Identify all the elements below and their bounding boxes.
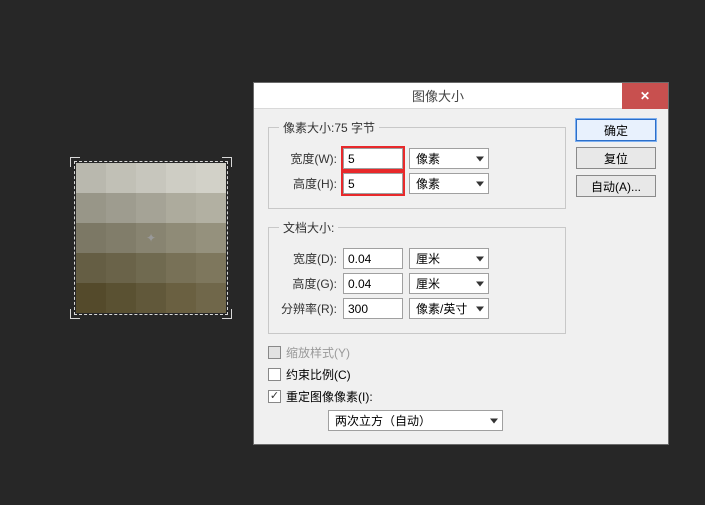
width-px-input[interactable] [343,148,403,169]
auto-button[interactable]: 自动(A)... [576,175,656,197]
scale-styles-label: 缩放样式(Y) [286,344,350,361]
ok-button[interactable]: 确定 [576,119,656,141]
width-px-label: 宽度(W): [279,150,337,167]
width-doc-input[interactable] [343,248,403,269]
width-doc-unit-label: 厘米 [416,250,440,267]
height-px-input[interactable] [343,173,403,194]
resolution-input[interactable] [343,298,403,319]
height-doc-unit-select[interactable]: 厘米 [409,273,489,294]
handle-tr[interactable] [222,157,232,167]
pixel-size-group: 像素大小:75 字节 宽度(W): 像素 高度(H): 像素 [268,119,566,209]
center-mark-icon: ✦ [146,233,156,243]
handle-br[interactable] [222,309,232,319]
width-doc-unit-select[interactable]: 厘米 [409,248,489,269]
close-icon: ✕ [640,89,650,103]
close-button[interactable]: ✕ [622,83,668,109]
resample-label: 重定图像像素(I): [286,388,373,405]
height-doc-input[interactable] [343,273,403,294]
chevron-down-icon [476,156,484,161]
dialog-title: 图像大小 [254,86,622,105]
resample-checkbox[interactable] [268,390,281,403]
chevron-down-icon [476,306,484,311]
canvas-preview: ✦ [76,163,226,313]
chevron-down-icon [476,281,484,286]
width-px-unit-label: 像素 [416,150,440,167]
width-doc-label: 宽度(D): [279,250,337,267]
cancel-button[interactable]: 复位 [576,147,656,169]
chevron-down-icon [490,418,498,423]
pixel-size-legend: 像素大小:75 字节 [279,119,379,136]
handle-tl[interactable] [70,157,80,167]
resolution-unit-label: 像素/英寸 [416,300,467,317]
resolution-unit-select[interactable]: 像素/英寸 [409,298,489,319]
height-doc-unit-label: 厘米 [416,275,440,292]
height-px-label: 高度(H): [279,175,337,192]
height-doc-label: 高度(G): [279,275,337,292]
chevron-down-icon [476,181,484,186]
width-px-unit-select[interactable]: 像素 [409,148,489,169]
constrain-label: 约束比例(C) [286,366,351,383]
titlebar[interactable]: 图像大小 ✕ [254,83,668,109]
scale-styles-checkbox [268,346,281,359]
doc-size-group: 文档大小: 宽度(D): 厘米 高度(G): 厘米 [268,219,566,334]
chevron-down-icon [476,256,484,261]
handle-bl[interactable] [70,309,80,319]
doc-size-legend: 文档大小: [279,219,338,236]
height-px-unit-label: 像素 [416,175,440,192]
constrain-checkbox[interactable] [268,368,281,381]
resolution-label: 分辨率(R): [279,300,337,317]
resample-method-label: 两次立方（自动） [335,412,431,429]
image-size-dialog: 图像大小 ✕ 像素大小:75 字节 宽度(W): 像素 高度(H): [253,82,669,445]
height-px-unit-select[interactable]: 像素 [409,173,489,194]
resample-method-select[interactable]: 两次立方（自动） [328,410,503,431]
